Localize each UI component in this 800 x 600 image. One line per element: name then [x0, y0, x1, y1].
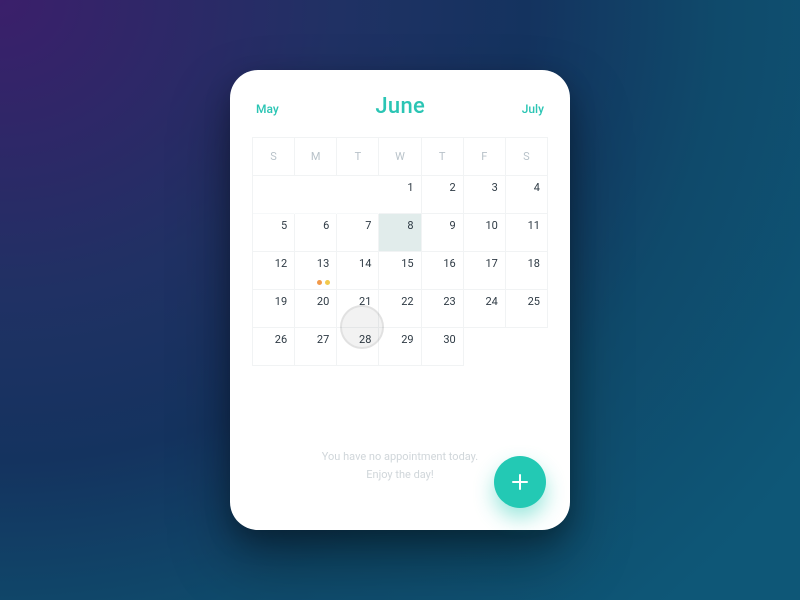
weekday-header: F	[464, 138, 506, 176]
calendar-grid: SMTWTFS123456789101112131415161718192021…	[252, 137, 548, 366]
calendar-day-29[interactable]: 29	[379, 328, 421, 366]
calendar-day-7[interactable]: 7	[337, 214, 379, 252]
calendar-day-4[interactable]: 4	[506, 176, 548, 214]
calendar-card: May June July SMTWTFS1234567891011121314…	[230, 70, 570, 530]
calendar-day-23[interactable]: 23	[422, 290, 464, 328]
plus-icon	[509, 471, 531, 493]
calendar-day-10[interactable]: 10	[464, 214, 506, 252]
weekday-header: W	[379, 138, 421, 176]
calendar-day-13[interactable]: 13	[295, 252, 337, 290]
calendar-day-30[interactable]: 30	[422, 328, 464, 366]
next-month-button[interactable]: July	[522, 102, 544, 116]
calendar-day-14[interactable]: 14	[337, 252, 379, 290]
calendar-day-12[interactable]: 12	[253, 252, 295, 290]
calendar-cell-blank	[506, 328, 548, 366]
event-dot-icon	[317, 280, 322, 285]
calendar-day-15[interactable]: 15	[379, 252, 421, 290]
calendar-cell-blank	[253, 176, 295, 214]
calendar-day-22[interactable]: 22	[379, 290, 421, 328]
month-switcher: May June July	[252, 92, 548, 119]
weekday-header: S	[506, 138, 548, 176]
add-appointment-fab[interactable]	[494, 456, 546, 508]
calendar-day-19[interactable]: 19	[253, 290, 295, 328]
calendar-day-17[interactable]: 17	[464, 252, 506, 290]
calendar-day-5[interactable]: 5	[253, 214, 295, 252]
calendar-day-3[interactable]: 3	[464, 176, 506, 214]
calendar-cell-blank	[464, 328, 506, 366]
prev-month-button[interactable]: May	[256, 102, 279, 116]
calendar-day-25[interactable]: 25	[506, 290, 548, 328]
calendar-day-20[interactable]: 20	[295, 290, 337, 328]
calendar-day-27[interactable]: 27	[295, 328, 337, 366]
app-background: May June July SMTWTFS1234567891011121314…	[0, 0, 800, 600]
calendar-day-9[interactable]: 9	[422, 214, 464, 252]
weekday-header: T	[422, 138, 464, 176]
calendar-day-11[interactable]: 11	[506, 214, 548, 252]
event-dots	[317, 280, 330, 285]
calendar-day-28[interactable]: 28	[337, 328, 379, 366]
weekday-header: S	[253, 138, 295, 176]
calendar-day-16[interactable]: 16	[422, 252, 464, 290]
event-dot-icon	[325, 280, 330, 285]
calendar-day-8[interactable]: 8	[379, 214, 421, 252]
calendar-day-2[interactable]: 2	[422, 176, 464, 214]
calendar-day-18[interactable]: 18	[506, 252, 548, 290]
calendar-cell-blank	[295, 176, 337, 214]
current-month-label: June	[375, 94, 425, 119]
calendar-cell-blank	[337, 176, 379, 214]
calendar-day-24[interactable]: 24	[464, 290, 506, 328]
weekday-header: T	[337, 138, 379, 176]
calendar-day-6[interactable]: 6	[295, 214, 337, 252]
calendar-day-21[interactable]: 21	[337, 290, 379, 328]
calendar-day-26[interactable]: 26	[253, 328, 295, 366]
calendar-day-1[interactable]: 1	[379, 176, 421, 214]
weekday-header: M	[295, 138, 337, 176]
